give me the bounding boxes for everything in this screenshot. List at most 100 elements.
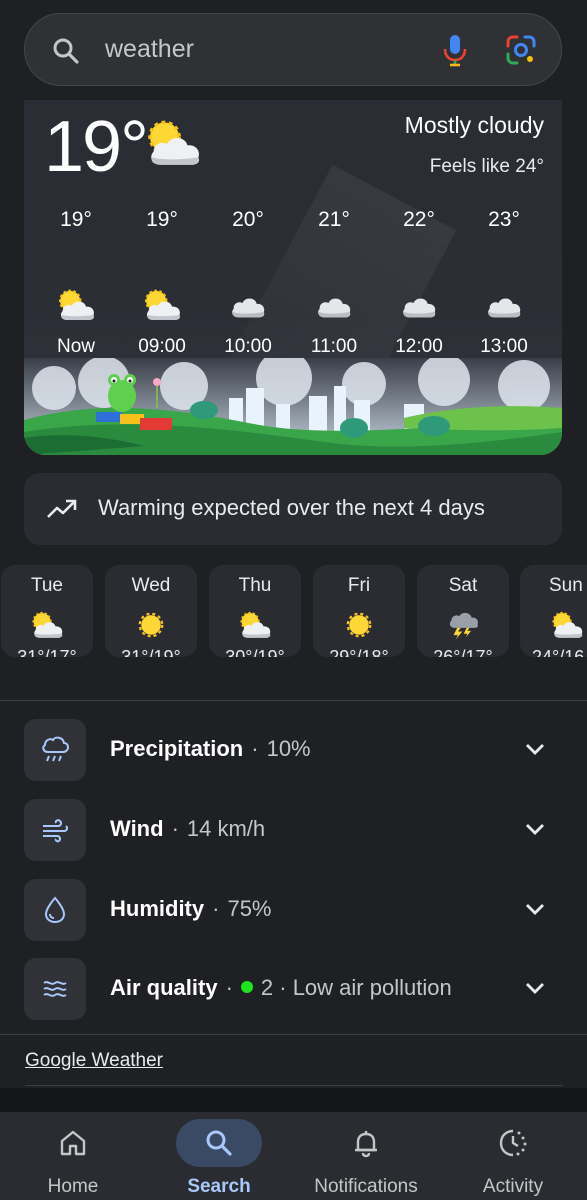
wind-label: Wind · 14 km/h [110,816,266,841]
day-card[interactable]: Sun 24°/16 [520,565,587,657]
wind-row[interactable]: Wind · 14 km/h [24,799,562,861]
hourly-temp: 19° [146,208,178,231]
precipitation-label: Precipitation · 10% [110,736,311,761]
divider [25,1085,563,1086]
home-icon [0,1112,146,1174]
chevron-down-icon[interactable] [524,980,546,1001]
partly-cloudy-icon [532,607,587,643]
partly-cloudy-icon [122,280,202,330]
hourly-temp: 20° [232,208,264,231]
chevron-down-icon[interactable] [524,901,546,922]
cloud-icon [379,280,459,330]
nav-activity[interactable]: Activity [440,1112,586,1200]
wind-icon [24,799,86,861]
day-card[interactable]: Wed 31°/19° [105,565,197,657]
bottom-navigation: Home Search Notifications Activity [0,1112,587,1200]
chevron-down-icon[interactable] [524,821,546,842]
google-weather-link[interactable]: Google Weather [25,1050,163,1072]
hourly-time: 12:00 [395,336,443,357]
hourly-item[interactable]: 22° 12:00 [379,208,459,358]
trending-up-icon [46,497,78,526]
cloud-icon [294,280,374,330]
day-temps: 31°/19° [121,647,181,657]
google-lens-icon[interactable] [505,34,537,71]
trend-text: Warming expected over the next 4 days [98,495,485,520]
feels-like: Feels like 24° [429,156,544,177]
chevron-down-icon[interactable] [524,741,546,762]
air-quality-row[interactable]: Air quality · 2 · Low air pollution [24,958,562,1020]
search-icon[interactable] [51,36,81,71]
activity-icon [440,1112,586,1174]
hourly-temp: 23° [488,208,520,231]
search-icon [176,1119,262,1167]
precipitation-value: 10% [266,736,311,761]
trend-banner: Warming expected over the next 4 days [24,473,562,545]
weather-card[interactable]: 19° Mostly cloudy Feels like 24° 19° Now… [24,100,562,455]
day-card[interactable]: Sat 26°/17° [417,565,509,657]
day-name: Sat [448,575,478,596]
hourly-temp: 21° [318,208,350,231]
daily-forecast[interactable]: Tue 31°/17° Wed 31°/19° Thu 30°/19° Fri … [0,565,587,657]
hourly-item[interactable]: 23° 13:00 [464,208,544,358]
partly-cloudy-icon [1,607,93,643]
hourly-item[interactable]: 19° Now [36,208,116,358]
nav-search-indicator [146,1112,292,1174]
partly-cloudy-icon [144,118,202,173]
day-name: Fri [347,575,371,596]
day-temps: 31°/17° [17,647,77,657]
hourly-time: Now [56,336,95,357]
air-quality-label: Air quality · 2 · Low air pollution [110,975,452,1000]
nav-search[interactable]: Search [146,1112,292,1200]
day-temps: 24°/16 [532,647,585,657]
nav-home-label: Home [47,1176,99,1197]
hourly-time: 10:00 [224,336,272,357]
wind-value: 14 km/h [186,816,266,841]
day-card[interactable]: Tue 31°/17° [1,565,93,657]
day-name: Tue [30,575,64,596]
day-name: Wed [131,575,171,596]
precipitation-row[interactable]: Precipitation · 10% [24,719,562,781]
sun-icon [105,607,197,643]
partly-cloudy-icon [209,607,301,643]
day-card[interactable]: Fri 29°/18° [313,565,405,657]
hourly-temp: 19° [60,208,92,231]
hourly-time: 09:00 [138,336,186,357]
bell-icon [293,1112,439,1174]
hourly-time: 13:00 [480,336,528,357]
humidity-row[interactable]: Humidity · 75% [24,879,562,941]
current-condition: Mostly cloudy [404,112,544,138]
thunderstorm-icon [417,607,509,643]
microphone-icon[interactable] [437,32,473,73]
day-card[interactable]: Thu 30°/19° [209,565,301,657]
air-quality-value: 2 · Low air pollution [260,975,452,1000]
nav-notifications-label: Notifications [314,1176,418,1197]
air-quality-title: Air quality [110,975,218,1000]
day-name: Thu [238,575,272,596]
current-temperature: 19° [44,107,149,187]
humidity-title: Humidity [110,896,205,921]
air-quality-indicator [240,981,253,993]
droplet-icon [24,879,86,941]
cloud-icon [208,280,288,330]
hourly-item[interactable]: 19° 09:00 [122,208,202,358]
hourly-item[interactable]: 20° 10:00 [208,208,288,358]
nav-home[interactable]: Home [0,1112,146,1200]
wind-title: Wind [110,816,164,841]
search-bar[interactable]: weather [24,13,562,86]
hourly-time: 11:00 [310,336,358,357]
rain-icon [24,719,86,781]
sun-icon [313,607,405,643]
nav-notifications[interactable]: Notifications [293,1112,439,1200]
day-temps: 26°/17° [433,647,493,657]
day-temps: 29°/18° [329,647,389,657]
section-gap [0,1088,587,1112]
top-bar: weather [0,0,587,100]
hourly-item[interactable]: 21° 11:00 [294,208,374,358]
humidity-label: Humidity · 75% [110,896,272,921]
humidity-value: 75% [227,896,272,921]
nav-search-label: Search [187,1176,251,1197]
air-waves-icon [24,958,86,1020]
nav-activity-label: Activity [482,1176,544,1197]
precipitation-title: Precipitation [110,736,244,761]
search-input[interactable]: weather [105,35,194,64]
